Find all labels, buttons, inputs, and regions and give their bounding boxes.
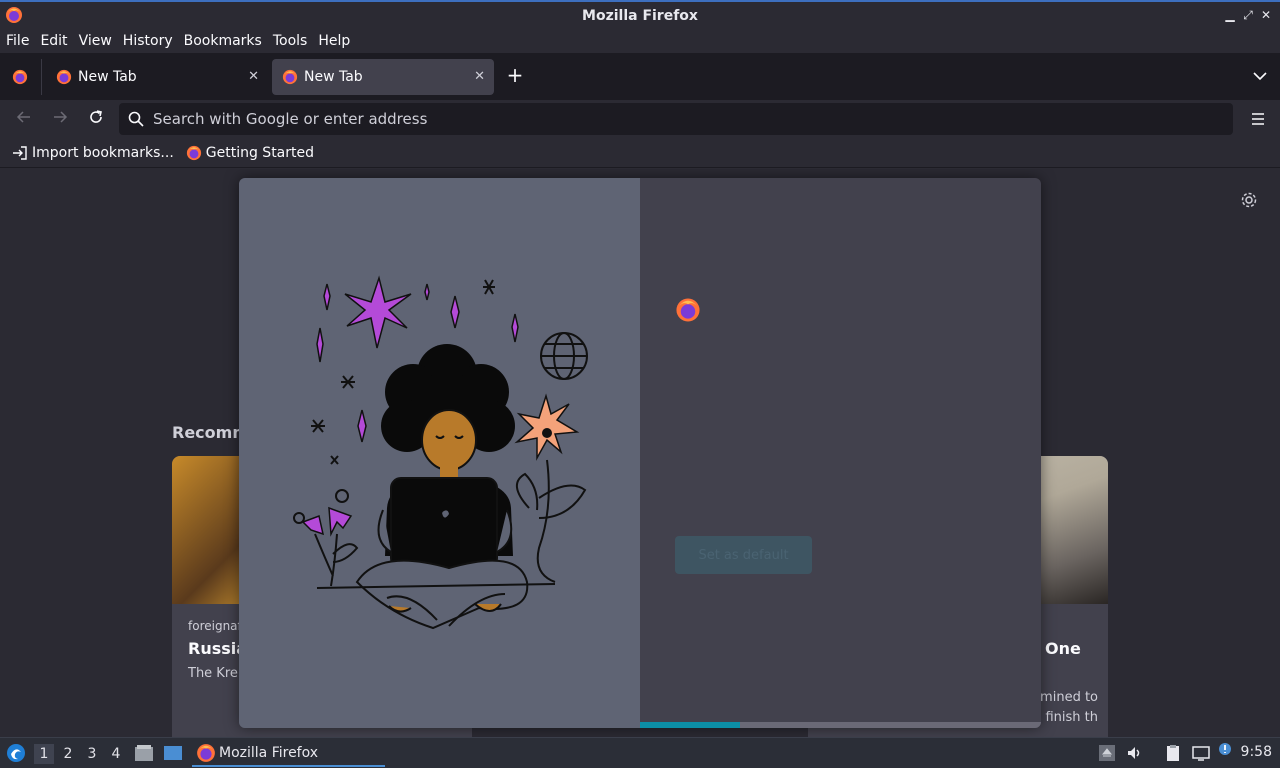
story-headline: One [1045, 639, 1081, 658]
onboarding-progress-fill [640, 722, 740, 728]
bookmark-import[interactable]: Import bookmarks... [12, 145, 174, 161]
person-with-laptop-illustration [293, 275, 588, 630]
clipboard-icon[interactable] [1164, 744, 1182, 762]
hamburger-icon [1252, 113, 1264, 125]
firefox-logo-icon [676, 298, 700, 322]
firefox-icon [12, 69, 28, 85]
menu-help[interactable]: Help [318, 33, 350, 49]
tray-eject-icon[interactable] [1098, 744, 1116, 762]
clock: 9:58 [1240, 744, 1272, 760]
bookmark-label: Import bookmarks... [32, 145, 174, 161]
story-source: foreignaf [188, 619, 242, 633]
chevron-down-icon [1253, 72, 1267, 81]
file-manager-launcher[interactable] [134, 743, 154, 763]
onboarding-content-panel: Set as default [640, 178, 1041, 728]
desktop-icon [164, 746, 182, 760]
maximize-icon[interactable]: ⤢ [1240, 7, 1256, 23]
arrow-right-icon [54, 111, 68, 123]
menu-file[interactable]: File [6, 33, 29, 49]
network-icon[interactable] [1192, 744, 1210, 762]
minimize-icon[interactable]: ▁ [1222, 7, 1238, 23]
taskbar-task-firefox[interactable]: Mozilla Firefox [192, 740, 385, 767]
firefox-view-button[interactable] [0, 59, 42, 95]
forward-button[interactable] [48, 108, 72, 132]
gear-icon [1241, 192, 1257, 208]
search-icon [128, 111, 144, 127]
menu-history[interactable]: History [123, 33, 173, 49]
firefox-icon [282, 69, 298, 85]
tab-new-tab-2[interactable]: New Tab ✕ [272, 59, 494, 95]
import-icon [13, 146, 27, 160]
menu-view[interactable]: View [79, 33, 112, 49]
reload-icon [90, 110, 102, 123]
task-label: Mozilla Firefox [219, 744, 319, 761]
bookmark-getting-started[interactable]: Getting Started [186, 145, 314, 161]
app-menu-button[interactable] [1250, 111, 1266, 127]
onboarding-illustration-panel [239, 178, 640, 728]
reload-button[interactable] [84, 108, 108, 132]
show-desktop-launcher[interactable] [163, 743, 183, 763]
tab-label: New Tab [304, 69, 363, 85]
distro-logo-icon [7, 744, 25, 762]
arrow-left-icon [16, 111, 30, 123]
list-all-tabs-button[interactable] [1252, 68, 1268, 84]
workspace-2[interactable]: 2 [58, 744, 78, 764]
desktop: Mozilla Firefox ▁ ⤢ ✕ File Edit View His… [0, 0, 1280, 768]
firefox-icon [197, 743, 215, 762]
tab-strip: New Tab ✕ New Tab ✕ + [0, 53, 1280, 100]
set-default-button[interactable]: Set as default [675, 536, 812, 574]
notification-icon[interactable] [1216, 742, 1234, 760]
firefox-icon [186, 145, 201, 161]
navigation-toolbar: Search with Google or enter address [0, 100, 1280, 139]
personalize-button[interactable] [1240, 191, 1258, 209]
menu-bar: File Edit View History Bookmarks Tools H… [0, 29, 1280, 53]
close-icon[interactable]: ✕ [1258, 7, 1274, 23]
tab-new-tab-1[interactable]: New Tab ✕ [46, 59, 268, 95]
bookmark-label: Getting Started [205, 145, 315, 161]
firefox-icon [56, 69, 72, 85]
window-titlebar: Mozilla Firefox ▁ ⤢ ✕ [0, 0, 1280, 29]
workspace-1[interactable]: 1 [34, 744, 54, 764]
menu-bookmarks[interactable]: Bookmarks [184, 33, 262, 49]
workspace-3[interactable]: 3 [82, 744, 102, 764]
start-menu-button[interactable] [5, 742, 27, 764]
menu-tools[interactable]: Tools [273, 33, 308, 49]
bookmarks-toolbar: Import bookmarks... Getting Started [0, 139, 1280, 168]
firefox-icon [5, 6, 23, 28]
new-tab-page: Recomm foreignaf Russia The Krer fight. … [0, 169, 1280, 737]
close-tab-icon[interactable]: ✕ [248, 69, 259, 84]
workspace-4[interactable]: 4 [106, 744, 126, 764]
window-title: Mozilla Firefox [582, 7, 698, 24]
menu-edit[interactable]: Edit [40, 33, 67, 49]
recommended-heading: Recomm [172, 423, 249, 442]
address-bar-placeholder: Search with Google or enter address [153, 110, 428, 128]
onboarding-dialog: Set as default [239, 178, 1041, 728]
tab-label: New Tab [78, 69, 137, 85]
close-tab-icon[interactable]: ✕ [474, 69, 485, 84]
volume-icon[interactable] [1126, 744, 1144, 762]
file-manager-icon [135, 745, 153, 761]
address-bar[interactable]: Search with Google or enter address [119, 103, 1233, 135]
new-tab-button[interactable]: + [504, 64, 526, 88]
taskbar: 1 2 3 4 Mozilla Firefox 9:58 [0, 737, 1280, 768]
back-button[interactable] [12, 108, 36, 132]
